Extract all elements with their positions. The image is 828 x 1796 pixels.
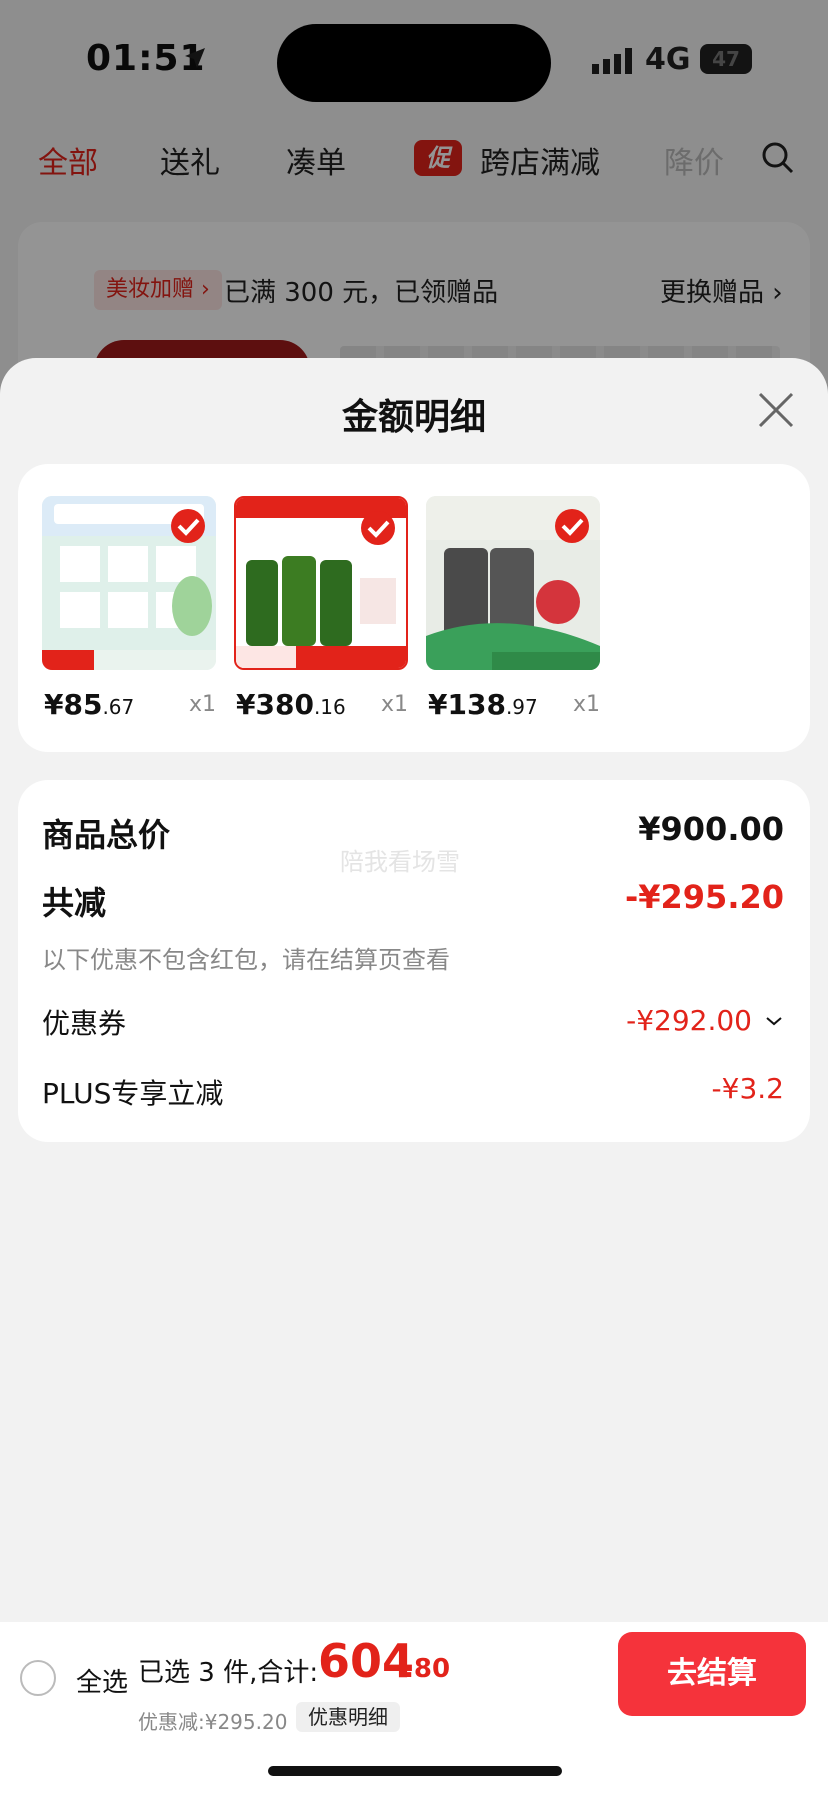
chevron-down-icon[interactable] — [764, 1014, 784, 1028]
products-card: ¥85.67 x1 ¥380.16 x1 ¥138.97 x1 — [18, 464, 810, 752]
product-thumbnail — [426, 496, 600, 670]
coupon-value[interactable]: -¥292.00 — [626, 1004, 752, 1037]
discount-label: 共减 — [42, 884, 107, 922]
plus-discount-label: PLUS专享立减 — [42, 1077, 224, 1110]
product-item[interactable]: ¥138.97 x1 — [426, 496, 600, 721]
home-indicator — [268, 1766, 562, 1776]
check-icon — [361, 511, 395, 545]
select-all-label[interactable]: 全选 — [76, 1662, 128, 1699]
checkout-button[interactable]: 去结算 — [618, 1632, 806, 1716]
discount-note: 以下优惠不包含红包，请在结算页查看 — [42, 946, 450, 974]
amount-detail-sheet: 金额明细 ¥85.67 x1 ¥380.16 x1 ¥138.97 x1 陪我看… — [0, 358, 828, 1796]
price-summary-card: 陪我看场雪 商品总价 ¥900.00 共减 -¥295.20 以下优惠不包含红包… — [18, 780, 810, 1142]
product-quantity: x1 — [380, 692, 408, 717]
plus-discount-value: -¥3.2 — [711, 1072, 784, 1105]
product-price: ¥380.16 — [236, 688, 346, 721]
selected-count-text: 已选 3 件,合计: — [138, 1658, 319, 1688]
coupon-label: 优惠券 — [42, 1007, 127, 1040]
discount-detail-button[interactable]: 优惠明细 — [296, 1702, 400, 1732]
check-icon — [555, 509, 589, 543]
product-thumbnail — [42, 496, 216, 670]
check-icon — [171, 509, 205, 543]
total-price-label: 商品总价 — [42, 816, 171, 854]
select-all-radio[interactable] — [20, 1660, 56, 1696]
total-amount-integer: 604 — [318, 1634, 415, 1688]
product-item[interactable]: ¥85.67 x1 — [42, 496, 216, 721]
product-price: ¥138.97 — [428, 688, 538, 721]
sheet-title: 金额明细 — [341, 397, 486, 438]
total-amount-decimal: .80 — [404, 1654, 451, 1684]
product-quantity: x1 — [572, 692, 600, 717]
product-item[interactable]: ¥380.16 x1 — [234, 496, 408, 721]
checkout-bar: 全选 已选 3 件,合计: 604 .80 优惠减:¥295.20 优惠明细 去… — [0, 1622, 828, 1796]
product-quantity: x1 — [188, 692, 216, 717]
product-thumbnail — [234, 496, 408, 670]
product-price: ¥85.67 — [44, 688, 135, 721]
close-icon[interactable] — [756, 390, 796, 430]
discount-value: -¥295.20 — [624, 878, 784, 916]
total-price-value: ¥900.00 — [638, 810, 784, 848]
watermark: 陪我看场雪 — [340, 848, 460, 876]
discount-summary: 优惠减:¥295.20 — [138, 1710, 288, 1734]
